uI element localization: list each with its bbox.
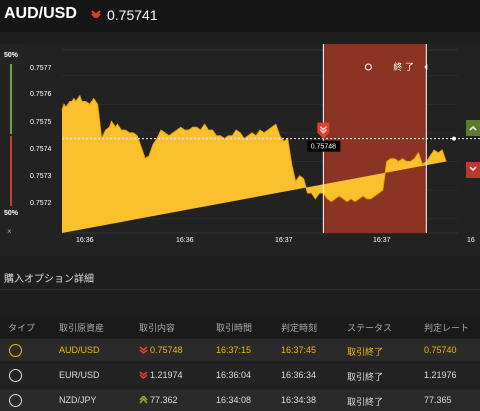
y-tick: 0.7573: [30, 173, 52, 180]
down-ratio-bar: [10, 136, 12, 206]
currency-pair-title: AUD/USD: [4, 5, 77, 22]
price-tag: 0.75748: [311, 144, 336, 151]
th-content: 取引内容: [139, 323, 176, 333]
cell-asset: EUR/USD: [59, 370, 100, 380]
section-title: 購入オプション詳細: [4, 274, 94, 285]
cell-content: 77.362: [150, 395, 178, 405]
cell-content: 1.21974: [150, 370, 183, 380]
top-bar: AUD/USD 0.75741: [0, 0, 480, 32]
th-type: タイプ: [8, 323, 36, 333]
y-tick: 0.7577: [30, 65, 52, 72]
th-asset: 取引原資産: [59, 323, 105, 333]
cell-asset: NZD/JPY: [59, 395, 97, 405]
clock-gauge-icon: [9, 394, 22, 407]
down-arrow-icon: [139, 371, 148, 379]
down-arrow-icon: [91, 10, 101, 18]
cell-time: 16:37:15: [216, 345, 252, 355]
up-ratio-bar: [10, 64, 12, 134]
th-time: 取引時間: [216, 323, 253, 333]
sidebar-down-percent: 50%: [4, 210, 19, 217]
end-label: 終 了: [393, 61, 414, 72]
cell-judge: 16:34:38: [281, 395, 317, 405]
th-judge: 判定時刻: [281, 323, 318, 333]
th-status: ステータス: [347, 323, 393, 333]
cell-rate: 1.21976: [424, 370, 457, 380]
down-arrow-icon: [139, 346, 148, 354]
price-chart: 0.75748 終 了: [61, 44, 480, 234]
odds-sidebar: 50% 50% ×: [0, 44, 22, 240]
clock-gauge-icon: [9, 369, 22, 382]
x-tick: 16: [467, 237, 475, 244]
table-row[interactable]: AUD/USD 0.75748 16:37:15 16:37:45 取引終了 0.7574…: [0, 339, 480, 361]
current-price: 0.75741: [107, 7, 158, 23]
x-tick: 16:36: [176, 237, 194, 244]
y-tick: 0.7574: [30, 146, 52, 153]
divider: [0, 289, 480, 290]
x-tick: 16:36: [76, 237, 94, 244]
cell-asset: AUD/USD: [59, 345, 100, 355]
clock-gauge-icon: [9, 344, 22, 357]
cell-rate: 0.75740: [424, 345, 457, 355]
y-tick: 0.7575: [30, 119, 52, 126]
table-row[interactable]: NZD/JPY 77.362 16:34:08 16:34:38 取引終了 77.365: [0, 389, 480, 411]
cell-status: 取引終了: [347, 347, 384, 357]
close-icon[interactable]: ×: [7, 227, 12, 236]
cell-status: 取引終了: [347, 372, 384, 382]
x-tick: 16:37: [373, 237, 391, 244]
cell-rate: 77.365: [424, 395, 452, 405]
chart-panel: 0.75748 終 了: [0, 44, 480, 256]
cell-judge: 16:36:34: [281, 370, 317, 380]
price-dot: [452, 136, 456, 141]
y-tick: 0.7576: [30, 91, 52, 98]
cell-status: 取引終了: [347, 397, 384, 407]
th-rate: 判定レート: [424, 323, 470, 333]
sidebar-up-percent: 50%: [4, 52, 19, 59]
y-tick: 0.7572: [30, 200, 52, 207]
cell-time: 16:34:08: [216, 395, 252, 405]
x-tick: 16:37: [275, 237, 293, 244]
table-row[interactable]: EUR/USD 1.21974 16:36:04 16:36:34 取引終了 1.2197…: [0, 364, 480, 386]
cell-content: 0.75748: [150, 345, 183, 355]
cell-judge: 16:37:45: [281, 345, 317, 355]
cell-time: 16:36:04: [216, 370, 252, 380]
